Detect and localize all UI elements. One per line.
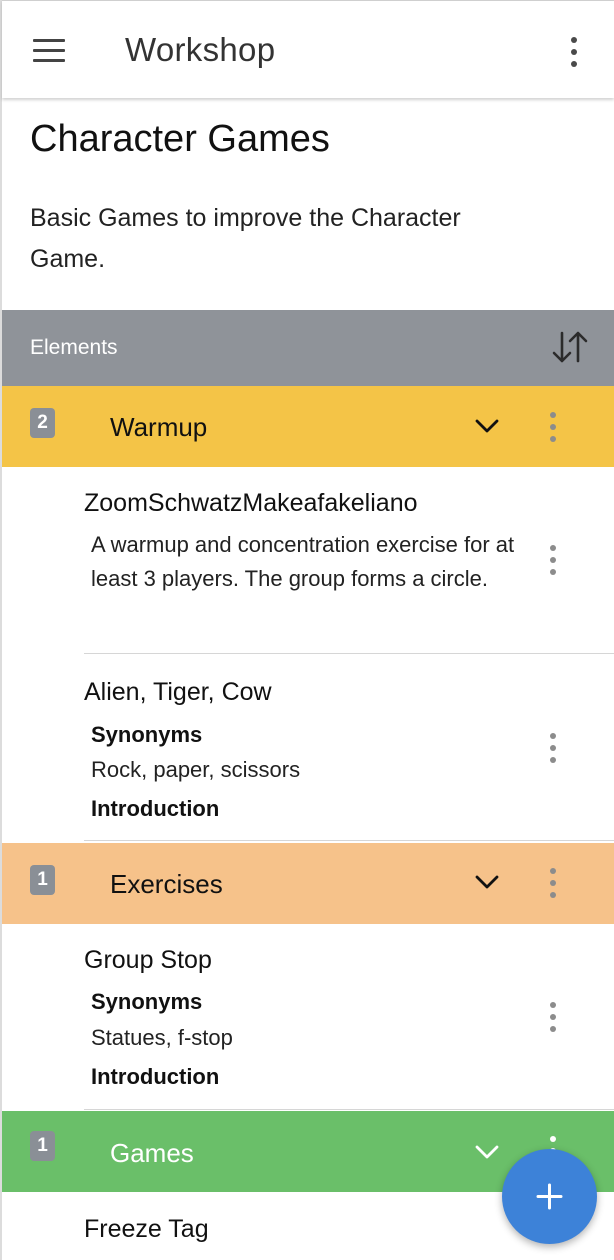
more-vert-icon[interactable] xyxy=(543,731,563,765)
item-title: Freeze Tag xyxy=(84,1215,209,1243)
app-title: Workshop xyxy=(125,31,276,68)
item-title: Group Stop xyxy=(84,946,212,974)
count-badge: 1 xyxy=(30,865,55,895)
more-vert-icon[interactable] xyxy=(543,1000,563,1034)
elements-header: Elements xyxy=(2,310,614,386)
divider xyxy=(84,1109,614,1110)
sort-arrows-icon[interactable] xyxy=(550,329,590,365)
section-label: Warmup xyxy=(110,412,208,442)
synonyms-value: Rock, paper, scissors xyxy=(91,757,301,782)
count-badge: 1 xyxy=(30,1131,55,1161)
item-title: Alien, Tiger, Cow xyxy=(84,678,272,706)
app-bar: Workshop xyxy=(2,0,614,98)
page-title: Character Games xyxy=(30,118,330,160)
synonyms-label: Synonyms xyxy=(91,989,203,1014)
elements-label: Elements xyxy=(30,336,118,359)
chevron-down-icon[interactable] xyxy=(472,1142,502,1162)
hamburger-icon[interactable] xyxy=(33,39,67,63)
add-icon xyxy=(536,1183,563,1210)
page-description: Basic Games to improve the Character Gam… xyxy=(30,204,461,273)
list-item[interactable]: Group Stop Synonyms Statues, f-stop Intr… xyxy=(2,924,614,1111)
item-title: ZoomSchwatzMakeafakeliano xyxy=(84,489,418,517)
list-item[interactable]: Alien, Tiger, Cow Synonyms Rock, paper, … xyxy=(2,655,614,842)
chevron-down-icon[interactable] xyxy=(472,416,502,436)
synonyms-value: Statues, f-stop xyxy=(91,1025,233,1050)
more-vert-icon[interactable] xyxy=(564,35,584,69)
introduction-label: Introduction xyxy=(91,796,220,821)
more-vert-icon[interactable] xyxy=(543,543,563,577)
more-vert-icon[interactable] xyxy=(543,866,563,900)
introduction-label: Introduction xyxy=(91,1064,220,1089)
divider xyxy=(84,840,614,841)
more-vert-icon[interactable] xyxy=(543,410,563,444)
item-description: A warmup and concentration exercise for … xyxy=(91,532,515,591)
section-label: Games xyxy=(110,1138,194,1168)
divider xyxy=(84,653,614,654)
chevron-down-icon[interactable] xyxy=(472,872,502,892)
synonyms-label: Synonyms xyxy=(91,722,203,747)
section-label: Exercises xyxy=(110,869,223,899)
section-warmup[interactable]: 2 Warmup xyxy=(2,386,614,467)
section-exercises[interactable]: 1 Exercises xyxy=(2,843,614,924)
list-item[interactable]: ZoomSchwatzMakeafakeliano A warmup and c… xyxy=(2,467,614,655)
count-badge: 2 xyxy=(30,408,55,438)
add-button[interactable] xyxy=(502,1149,597,1244)
